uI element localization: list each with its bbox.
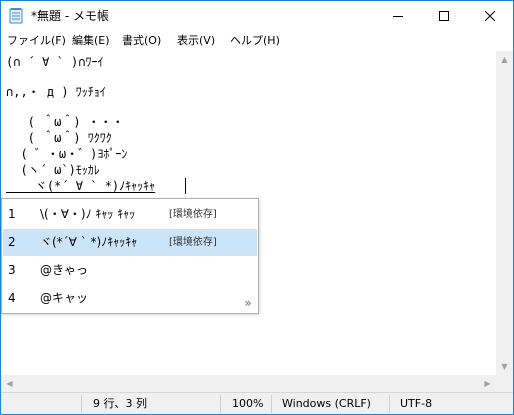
expand-candidates-icon[interactable]: » [241,296,255,310]
candidate-item[interactable]: 4 @キャッ [3,285,239,312]
status-divider [220,395,221,413]
maximize-button[interactable] [421,1,467,31]
candidate-item-selected[interactable]: 2 ヾ(*´∀ ` *)ﾉｷｬｯｷｬ [環境依存] [3,229,257,256]
candidate-number: 1 [8,207,16,221]
scroll-left-icon[interactable]: ◀ [1,375,18,392]
text-line: ( ＾ω＾) ・・・ [6,115,124,129]
menu-file[interactable]: ファイル(F) [7,34,66,48]
maximize-icon [439,11,449,21]
text-line: ( ゛・ω・゛)ﾖﾎﾟｰﾝ [6,147,128,161]
candidate-text: @キャッ [40,291,89,305]
status-divider [271,395,272,413]
text-line: ( ＾ω＾) ﾜｸﾜｸ [6,131,112,145]
candidate-note: [環境依存] [169,237,217,248]
text-line: ∩,,・ д ) ﾜｯﾁｮｲ [6,85,106,99]
menu-view[interactable]: 表示(V) [177,34,215,48]
status-encoding: UTF-8 [400,397,433,410]
menu-bar: ファイル(F) 編集(E) 書式(O) 表示(V) ヘルプ(H) [1,32,513,51]
candidate-note: [環境依存] [169,209,217,220]
menu-format[interactable]: 書式(O) [122,34,161,48]
minimize-icon [393,16,403,17]
text-line: (∩ ´ ∀ ` )∩ﾜｰｲ [6,55,104,69]
notepad-window: *無題 - メモ帳 ファイル(F) 編集(E) 書式(O) 表示(V) ヘルプ(… [0,0,514,415]
text-caret [185,178,186,194]
candidate-text: ヾ(*´∀ ` *)ﾉｷｬｯｷｬ [40,235,138,249]
menu-help[interactable]: ヘルプ(H) [230,34,280,48]
text-line: (ヽ´ ω`)ﾓｯｶﾚ [6,163,100,177]
menu-edit[interactable]: 編集(E) [72,34,110,48]
minimize-button[interactable] [375,1,421,31]
horizontal-scrollbar[interactable]: ◀ ▶ [1,375,496,392]
window-title: *無題 - メモ帳 [31,9,109,23]
candidate-number: 3 [8,263,16,277]
candidate-text: @きゃっ [40,263,89,277]
ime-composition-line: ヾ(*´ ∀ ` *)ﾉｷｬｯｷｬ [6,179,156,193]
title-bar[interactable]: *無題 - メモ帳 [1,1,513,31]
status-divider [81,395,82,413]
vertical-scroll-track[interactable] [497,68,512,358]
status-bar: 9 行、3 列 100% Windows (CRLF) UTF-8 [1,392,513,414]
candidate-text: \(・∀・)ﾉ ｷｬｯ ｷｬｯ [40,207,136,221]
close-button[interactable] [467,1,513,31]
status-divider [389,395,390,413]
close-icon [485,11,495,21]
vertical-scrollbar[interactable]: ▲ ▼ [496,51,513,375]
status-zoom: 100% [232,397,264,410]
scroll-up-icon[interactable]: ▲ [496,51,513,68]
status-cursor-position: 9 行、3 列 [93,397,147,410]
scroll-down-icon[interactable]: ▼ [496,358,513,375]
candidate-item[interactable]: 1 \(・∀・)ﾉ ｷｬｯ ｷｬｯ [環境依存] [3,201,257,228]
candidate-item[interactable]: 3 @きゃっ [3,257,257,284]
candidate-number: 2 [8,235,16,249]
notepad-icon [9,8,23,24]
candidate-number: 4 [8,291,16,305]
status-line-ending: Windows (CRLF) [282,397,371,410]
scroll-right-icon[interactable]: ▶ [479,375,496,392]
ime-candidate-window: 1 \(・∀・)ﾉ ｷｬｯ ｷｬｯ [環境依存] 2 ヾ(*´∀ ` *)ﾉｷｬ… [1,198,259,314]
scrollbar-corner [496,375,513,392]
